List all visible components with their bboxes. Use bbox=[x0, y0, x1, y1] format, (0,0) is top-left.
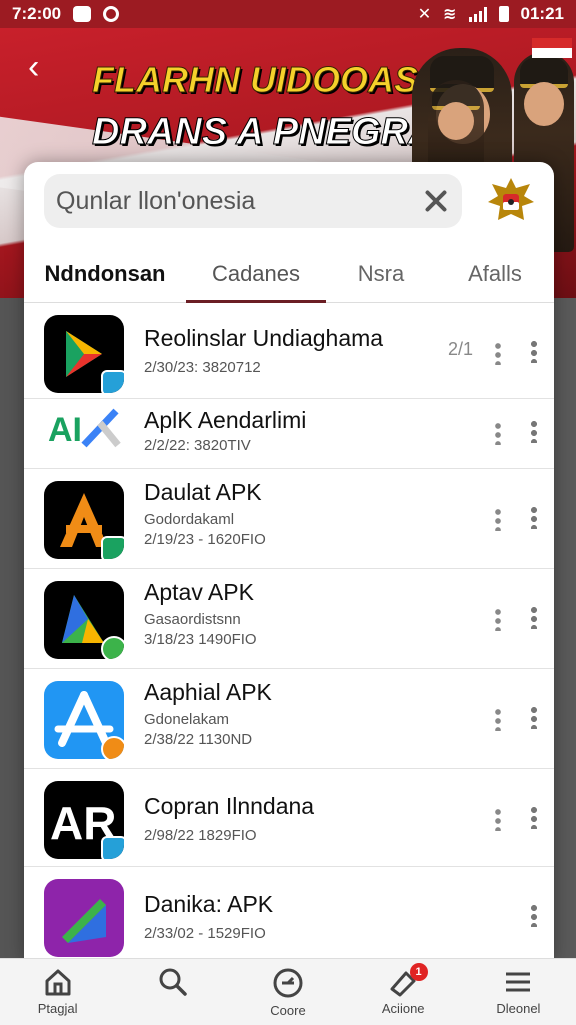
dim-overlay bbox=[554, 298, 576, 978]
app-meta: 2/98/22 1829FIO bbox=[144, 827, 257, 844]
signal-icon bbox=[468, 6, 487, 22]
more-icon[interactable] bbox=[531, 507, 537, 529]
more-icon[interactable] bbox=[531, 905, 537, 927]
nav-home[interactable]: Ptagjal bbox=[0, 959, 115, 1025]
search-icon bbox=[159, 968, 187, 996]
menu-icon bbox=[506, 972, 531, 992]
list-item[interactable]: Danika: APK 2/33/02 - 1529FIO bbox=[24, 867, 554, 962]
more-icon[interactable] bbox=[495, 809, 501, 831]
app-title: Aptav APK bbox=[144, 579, 254, 605]
home-icon bbox=[45, 969, 71, 996]
more-icon[interactable] bbox=[495, 609, 501, 631]
badge-icon bbox=[101, 536, 124, 559]
nav-label: Coore bbox=[270, 1003, 306, 1018]
app-developer: Gdonelakam bbox=[144, 711, 230, 728]
nav-label: Dleonel bbox=[496, 1001, 541, 1016]
banner-headline: FLARHN UIDOOASIAI DRANS A PNEGRA! bbox=[92, 54, 465, 158]
app-meta: 3/18/23 1490FIO bbox=[144, 631, 257, 648]
compass-icon bbox=[273, 968, 303, 998]
triangle-icon bbox=[44, 581, 124, 659]
list-item[interactable]: Reolinslar Undiaghama 2/30/23: 3820712 2… bbox=[24, 303, 554, 399]
app-list: Reolinslar Undiaghama 2/30/23: 3820712 2… bbox=[24, 303, 554, 962]
tab-ndndonsan[interactable]: Ndndonsan bbox=[24, 250, 186, 302]
more-icon[interactable] bbox=[531, 807, 537, 829]
app-title: Danika: APK bbox=[144, 891, 274, 917]
status-time: 7:2:00 bbox=[12, 4, 62, 23]
more-icon[interactable] bbox=[531, 421, 537, 443]
more-icon[interactable] bbox=[495, 509, 501, 531]
nav-coore[interactable]: Coore bbox=[230, 959, 345, 1025]
more-icon[interactable] bbox=[495, 343, 501, 365]
item-count: 2/1 bbox=[448, 339, 474, 359]
bottom-nav: Ptagjal Coore 1 Aciione Dleonel bbox=[0, 958, 576, 1025]
back-button[interactable]: ‹ bbox=[28, 50, 58, 86]
notification-badge: 1 bbox=[409, 963, 428, 981]
camera-icon bbox=[103, 6, 120, 22]
more-icon[interactable] bbox=[495, 423, 501, 445]
list-item[interactable]: Daulat APK Godordakaml 2/19/23 - 1620FIO bbox=[24, 469, 554, 569]
app-title: Reolinslar Undiaghama bbox=[144, 325, 384, 351]
more-icon[interactable] bbox=[495, 709, 501, 731]
dim-overlay bbox=[0, 298, 24, 978]
purple-app-icon bbox=[44, 879, 124, 957]
app-title: Daulat APK bbox=[144, 479, 262, 505]
app-title: Aaphial APK bbox=[144, 679, 272, 705]
list-item[interactable]: Aaphial APK Gdonelakam 2/38/22 1130ND bbox=[24, 669, 554, 769]
tab-nsra[interactable]: Nsra bbox=[326, 250, 436, 302]
badge-icon bbox=[101, 370, 124, 393]
app-meta: 2/19/23 - 1620FIO bbox=[144, 531, 266, 548]
play-store-icon bbox=[44, 315, 124, 393]
banner-line-1: FLARHN UIDOOASIAI bbox=[92, 59, 465, 101]
flag-icon bbox=[532, 38, 572, 58]
nav-dleonel[interactable]: Dleonel bbox=[461, 959, 576, 1025]
app-developer: Godordakaml bbox=[144, 511, 235, 528]
search-card: Qunlar llon'onesia Ndndonsan Cadanes Nsr… bbox=[24, 162, 554, 962]
search-input[interactable]: Qunlar llon'onesia bbox=[56, 187, 422, 216]
more-icon[interactable] bbox=[531, 607, 537, 629]
nav-label: Aciione bbox=[381, 1001, 425, 1016]
ar-letter-icon: AR bbox=[44, 781, 124, 859]
a-letter-icon bbox=[44, 481, 124, 559]
banner-line-2: DRANS A PNEGRA! bbox=[92, 111, 449, 154]
badge-icon bbox=[101, 836, 124, 859]
battery-icon bbox=[498, 6, 509, 22]
list-item[interactable]: AR Copran Ilnndana 2/98/22 1829FIO bbox=[24, 769, 554, 867]
nav-label: Ptagjal bbox=[37, 1001, 78, 1016]
message-icon bbox=[73, 6, 92, 22]
ai-pen-icon: AI bbox=[44, 401, 124, 457]
search-bar[interactable]: Qunlar llon'onesia bbox=[44, 174, 462, 228]
tab-bar: Ndndonsan Cadanes Nsra Afalls bbox=[24, 250, 554, 303]
app-store-icon bbox=[44, 681, 124, 759]
tab-cadanes[interactable]: Cadanes bbox=[186, 250, 326, 303]
tab-afalls[interactable]: Afalls bbox=[436, 250, 554, 302]
app-meta: 2/2/22: 3820TIV bbox=[144, 437, 251, 454]
app-meta: 2/38/22 1130ND bbox=[144, 731, 253, 748]
app-meta: 2/33/02 - 1529FIO bbox=[144, 925, 266, 942]
list-item[interactable]: AI AplK Aendarlimi 2/2/22: 3820TIV bbox=[24, 399, 554, 469]
status-clock: 01:21 bbox=[520, 4, 564, 23]
more-icon[interactable] bbox=[531, 707, 537, 729]
app-meta: 2/30/23: 3820712 bbox=[144, 359, 261, 376]
badge-icon bbox=[101, 736, 124, 759]
app-title: AplK Aendarlimi bbox=[144, 407, 307, 433]
nav-search[interactable] bbox=[115, 959, 230, 1025]
more-icon[interactable] bbox=[531, 341, 537, 363]
mute-icon: ✕ bbox=[417, 6, 432, 23]
status-bar: 7:2:00 ✕ ≋ 01:21 bbox=[0, 0, 576, 28]
app-title: Copran Ilnndana bbox=[144, 793, 315, 819]
list-item[interactable]: Aptav APK Gasaordistsnn 3/18/23 1490FIO bbox=[24, 569, 554, 669]
wifi-icon: ≋ bbox=[443, 6, 457, 23]
garuda-emblem-icon bbox=[488, 178, 534, 220]
svg-text:AI: AI bbox=[48, 411, 82, 449]
nav-aciione[interactable]: 1 Aciione bbox=[346, 959, 461, 1025]
badge-icon bbox=[101, 636, 124, 659]
clear-icon[interactable] bbox=[422, 187, 450, 215]
app-developer: Gasaordistsnn bbox=[144, 611, 241, 628]
